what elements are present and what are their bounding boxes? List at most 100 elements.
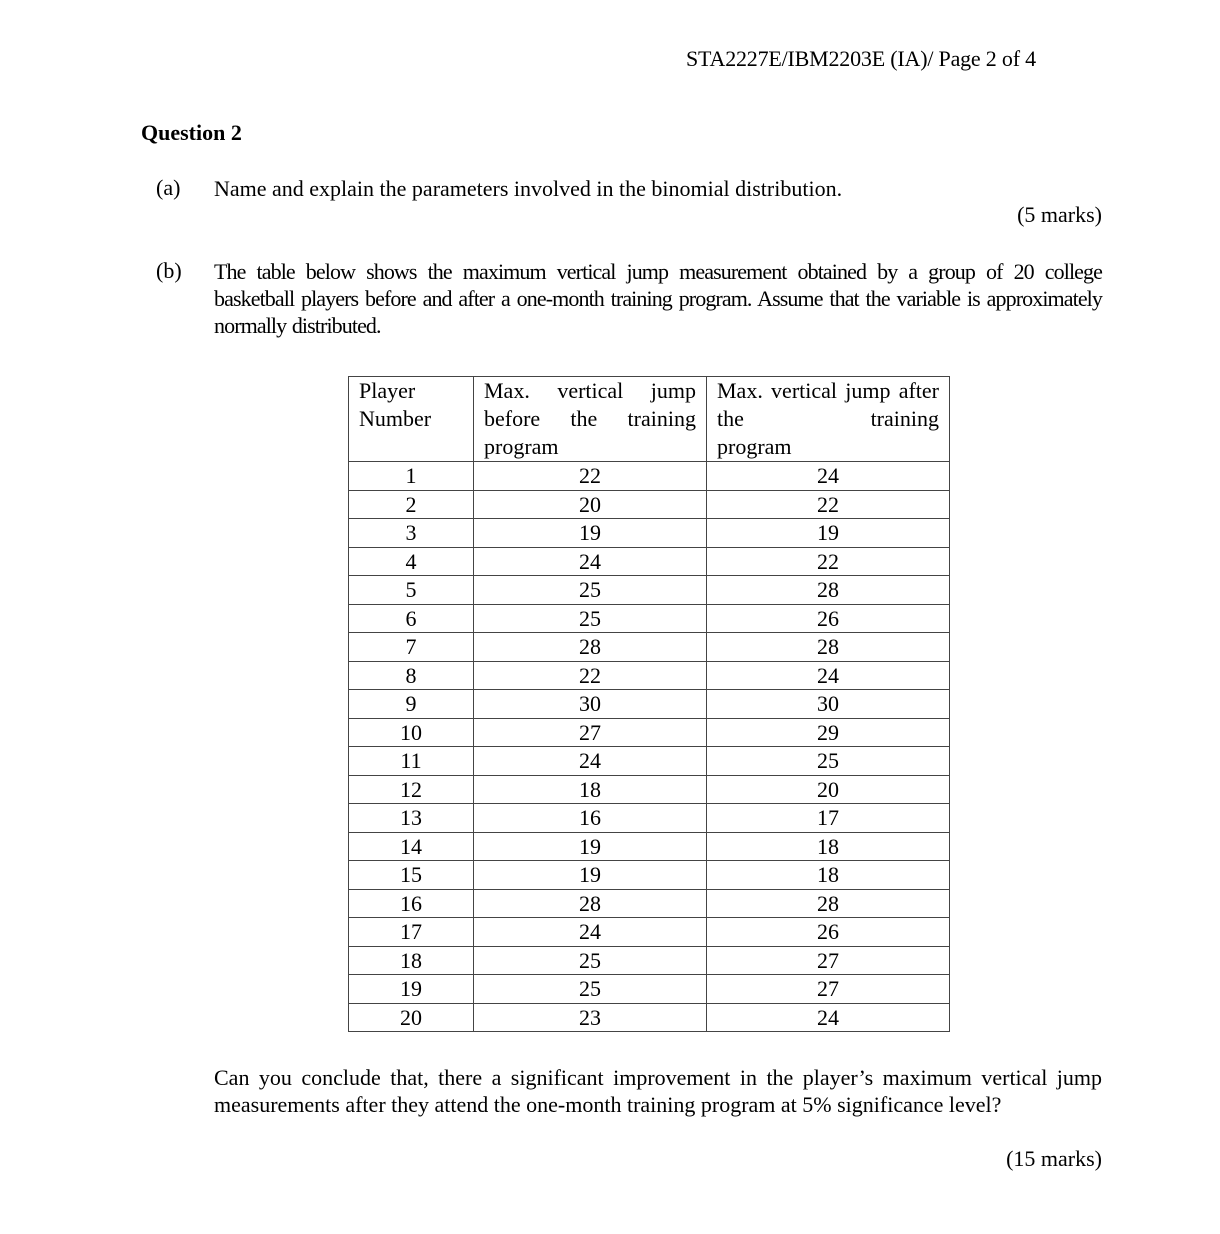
header-before-training: Max. vertical jump before the training p… [473, 376, 707, 462]
cell-after: 24 [706, 660, 950, 690]
cell-before: 25 [473, 603, 707, 633]
cell-before: 18 [473, 774, 707, 804]
table-row: 5 25 28 [348, 575, 950, 605]
cell-before: 19 [473, 518, 707, 548]
cell-player-number: 12 [348, 774, 474, 804]
header-after-main: Max. vertical jump after the training [717, 378, 939, 431]
table-row: 8 22 24 [348, 660, 950, 690]
cell-before: 20 [473, 489, 707, 519]
part-b-label: (b) [156, 258, 182, 283]
header-player-line2: Number [359, 406, 432, 431]
header-after-training: Max. vertical jump after the training pr… [706, 376, 950, 462]
cell-player-number: 8 [348, 660, 474, 690]
cell-player-number: 5 [348, 575, 474, 605]
table-row: 13 16 17 [348, 803, 950, 833]
table-row: 1 22 24 [348, 461, 950, 491]
header-player-number: Player Number [348, 376, 474, 462]
table-row: 20 23 24 [348, 1002, 950, 1032]
cell-player-number: 2 [348, 489, 474, 519]
part-a-label: (a) [156, 175, 181, 200]
part-b-intro: The table below shows the maximum vertic… [214, 259, 1103, 338]
cell-before: 27 [473, 717, 707, 747]
table-header-row: Player Number Max. vertical jump before … [348, 376, 950, 462]
cell-after: 28 [706, 888, 950, 918]
cell-before: 22 [473, 461, 707, 491]
cell-before: 22 [473, 660, 707, 690]
cell-player-number: 18 [348, 945, 474, 975]
cell-after: 22 [706, 546, 950, 576]
header-player-line1: Player [359, 378, 416, 403]
cell-after: 28 [706, 575, 950, 605]
cell-player-number: 15 [348, 860, 474, 890]
cell-after: 30 [706, 689, 950, 719]
cell-before: 24 [473, 746, 707, 776]
cell-before: 28 [473, 888, 707, 918]
table-row: 7 28 28 [348, 632, 950, 662]
table-row: 4 24 22 [348, 546, 950, 576]
cell-player-number: 4 [348, 546, 474, 576]
cell-player-number: 13 [348, 803, 474, 833]
table-body: 1 22 24 2 20 22 3 19 19 4 24 22 5 25 28 6 25 26 7 28 28 8 22 24… [348, 461, 950, 1032]
cell-before: 28 [473, 632, 707, 662]
cell-after: 24 [706, 1002, 950, 1032]
page-header: STA2227E/IBM2203E (IA)/ Page 2 of 4 [686, 46, 1036, 71]
cell-before: 19 [473, 860, 707, 890]
cell-player-number: 7 [348, 632, 474, 662]
vertical-jump-table: Player Number Max. vertical jump before … [348, 376, 950, 1032]
cell-before: 25 [473, 575, 707, 605]
header-before-main: Max. vertical jump before the training [484, 378, 696, 431]
cell-after: 18 [706, 860, 950, 890]
cell-before: 24 [473, 546, 707, 576]
cell-after: 19 [706, 518, 950, 548]
table-row: 10 27 29 [348, 717, 950, 747]
table-row: 11 24 25 [348, 746, 950, 776]
table-row: 19 25 27 [348, 974, 950, 1004]
table-row: 3 19 19 [348, 518, 950, 548]
table-row: 17 24 26 [348, 917, 950, 947]
table-row: 14 19 18 [348, 831, 950, 861]
cell-before: 24 [473, 917, 707, 947]
table-row: 18 25 27 [348, 945, 950, 975]
cell-before: 23 [473, 1002, 707, 1032]
cell-after: 26 [706, 603, 950, 633]
cell-after: 27 [706, 945, 950, 975]
cell-after: 25 [706, 746, 950, 776]
cell-player-number: 1 [348, 461, 474, 491]
part-b-marks: (15 marks) [1006, 1146, 1102, 1171]
table-row: 12 18 20 [348, 774, 950, 804]
cell-before: 30 [473, 689, 707, 719]
cell-player-number: 6 [348, 603, 474, 633]
cell-before: 25 [473, 945, 707, 975]
table-row: 15 19 18 [348, 860, 950, 890]
cell-after: 28 [706, 632, 950, 662]
cell-after: 17 [706, 803, 950, 833]
cell-player-number: 14 [348, 831, 474, 861]
cell-after: 20 [706, 774, 950, 804]
cell-before: 19 [473, 831, 707, 861]
cell-player-number: 9 [348, 689, 474, 719]
cell-before: 16 [473, 803, 707, 833]
cell-after: 26 [706, 917, 950, 947]
part-b-question: Can you conclude that, there a significa… [214, 1065, 1102, 1117]
table-row: 16 28 28 [348, 888, 950, 918]
cell-player-number: 11 [348, 746, 474, 776]
table-row: 9 30 30 [348, 689, 950, 719]
cell-player-number: 20 [348, 1002, 474, 1032]
table-row: 2 20 22 [348, 489, 950, 519]
table-row: 6 25 26 [348, 603, 950, 633]
cell-after: 22 [706, 489, 950, 519]
cell-before: 25 [473, 974, 707, 1004]
header-after-last: program [717, 434, 792, 459]
part-a-marks: (5 marks) [1017, 202, 1102, 227]
cell-after: 24 [706, 461, 950, 491]
cell-player-number: 17 [348, 917, 474, 947]
cell-after: 29 [706, 717, 950, 747]
cell-after: 18 [706, 831, 950, 861]
question-title: Question 2 [141, 120, 242, 145]
header-before-last: program [484, 434, 559, 459]
cell-after: 27 [706, 974, 950, 1004]
part-a-text: Name and explain the parameters involved… [214, 176, 843, 201]
cell-player-number: 10 [348, 717, 474, 747]
cell-player-number: 19 [348, 974, 474, 1004]
cell-player-number: 16 [348, 888, 474, 918]
